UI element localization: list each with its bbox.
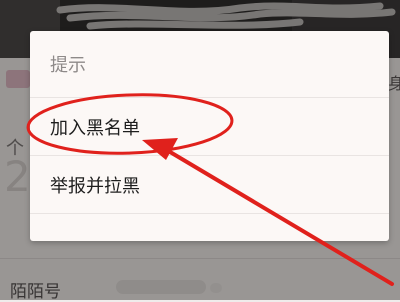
dialog-divider [30, 213, 389, 214]
add-to-blacklist-option[interactable]: 加入黑名单 [30, 98, 389, 155]
options-dialog: 提示 加入黑名单 举报并拉黑 [30, 31, 389, 241]
dialog-title: 提示 [50, 55, 86, 76]
report-and-block-option[interactable]: 举报并拉黑 [30, 156, 389, 213]
